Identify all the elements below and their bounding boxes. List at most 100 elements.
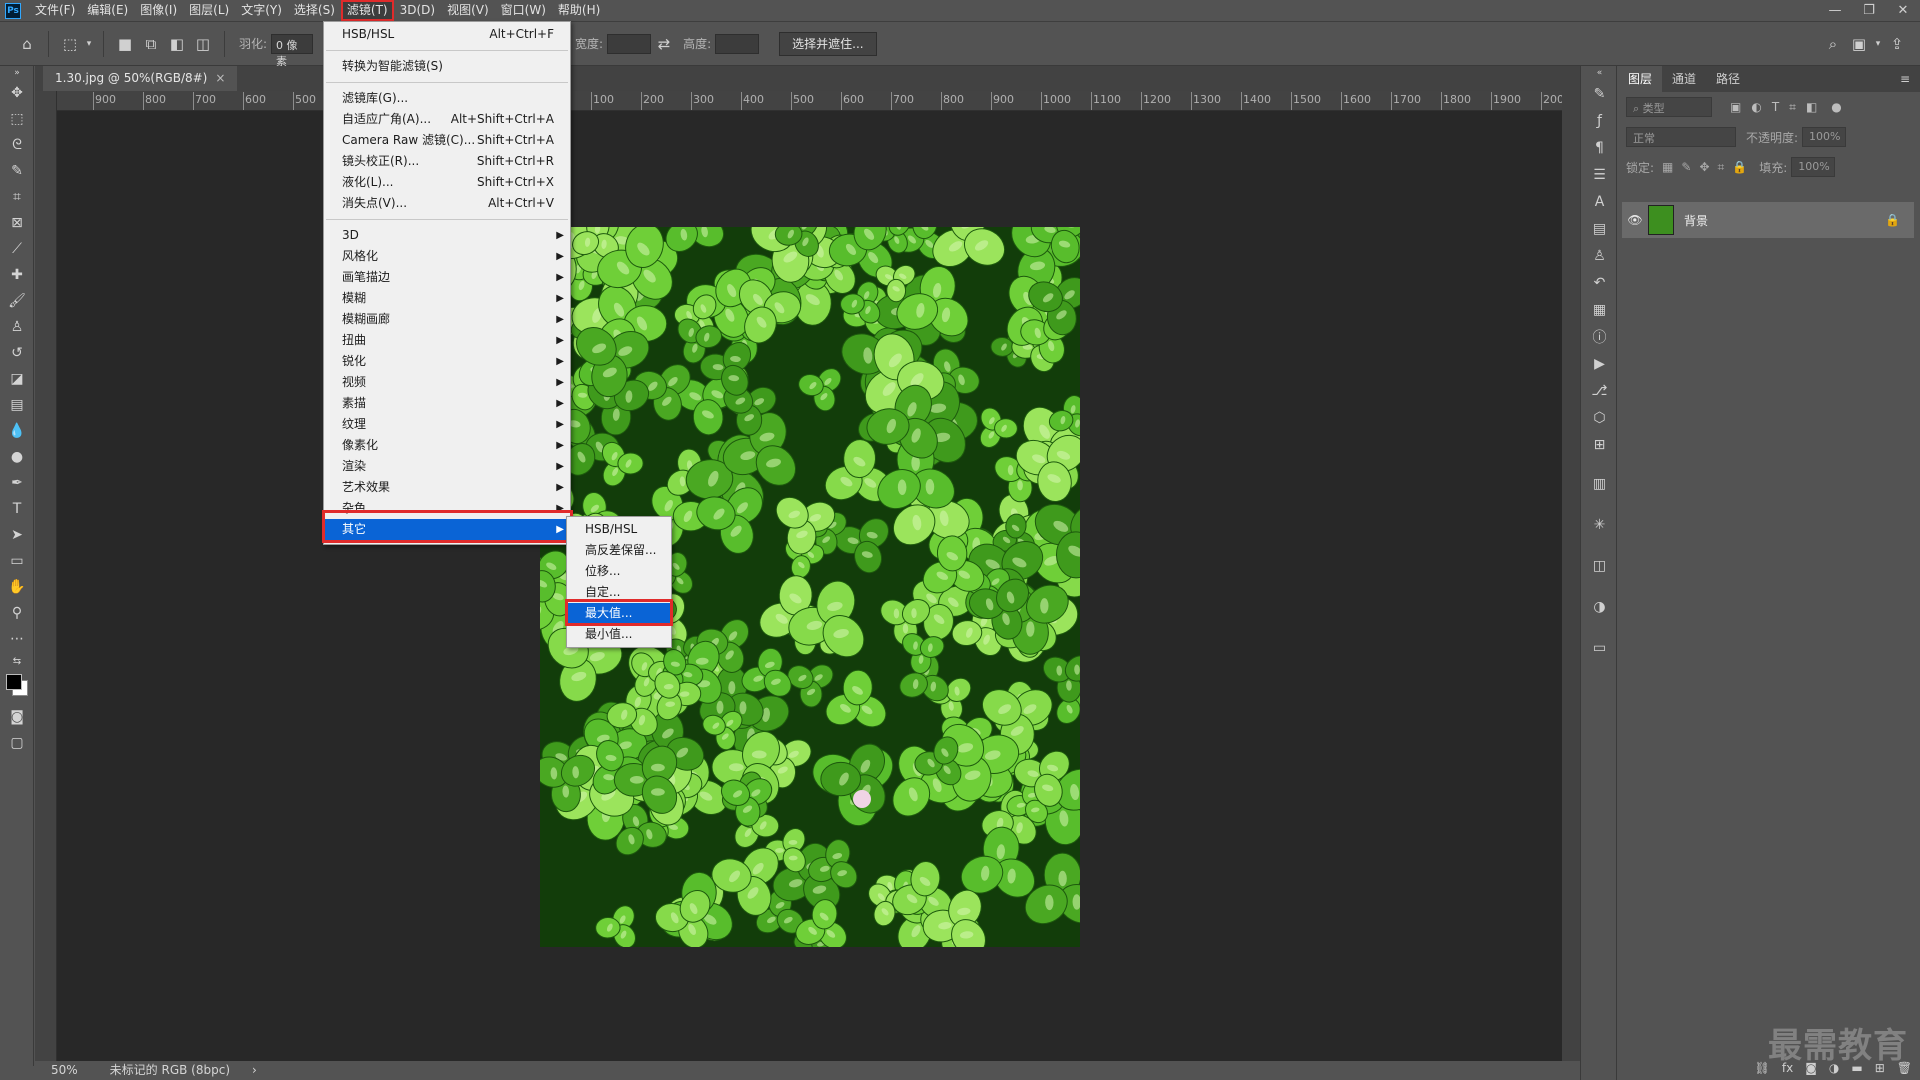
workspace-icon[interactable]: ▣ — [1846, 31, 1872, 57]
close-window-button[interactable]: ✕ — [1886, 0, 1920, 21]
tab-paths[interactable]: 路径 — [1706, 66, 1750, 92]
filter-smart-icon[interactable]: ◧ — [1806, 100, 1817, 114]
opacity-input[interactable]: 100% — [1802, 127, 1847, 147]
type-tool-icon[interactable]: T — [0, 496, 34, 522]
clone-source-icon[interactable]: ♙ — [1581, 242, 1618, 269]
frame-tool-icon[interactable]: ⊠ — [0, 210, 34, 236]
hand-tool-icon[interactable]: ✋ — [0, 574, 34, 600]
add-selection-icon[interactable]: ⧉ — [138, 31, 164, 57]
menu-item-3d[interactable]: 3D ▶ — [324, 225, 570, 246]
menu-item-hsb-hsl-last[interactable]: HSB/HSL Alt+Ctrl+F — [324, 24, 570, 45]
zoom-tool-icon[interactable]: ⚲ — [0, 600, 34, 626]
foreground-color-swatch[interactable] — [6, 674, 22, 690]
character-icon[interactable]: A — [1581, 188, 1618, 215]
chevron-down-icon[interactable]: ▾ — [83, 31, 95, 57]
marquee-preset-icon[interactable]: ⬚ — [57, 31, 83, 57]
clone-stamp-tool-icon[interactable]: ♙ — [0, 314, 34, 340]
blend-mode-select[interactable]: 正常 — [1626, 127, 1736, 147]
menu-item-convert-smart-filter[interactable]: 转换为智能滤镜(S) — [324, 56, 570, 77]
menu-item-lens-correction[interactable]: 镜头校正(R)... Shift+Ctrl+R — [324, 151, 570, 172]
menu-item-texture[interactable]: 纹理 ▶ — [324, 414, 570, 435]
layer-row-background[interactable]: 👁 背景 🔒 — [1622, 202, 1914, 238]
history-icon[interactable]: ↶ — [1581, 269, 1618, 296]
healing-brush-tool-icon[interactable]: ✚ — [0, 262, 34, 288]
rectangle-tool-icon[interactable]: ▭ — [0, 548, 34, 574]
menu-filter[interactable]: 滤镜(T) — [340, 0, 394, 21]
status-expand-icon[interactable]: › — [252, 1061, 257, 1080]
channels-icon[interactable]: ⎇ — [1581, 377, 1618, 404]
menu-type[interactable]: 文字(Y) — [235, 0, 288, 21]
dodge-tool-icon[interactable]: ● — [0, 444, 34, 470]
feather-input[interactable]: 0 像素 — [271, 33, 314, 68]
lock-artboard-icon[interactable]: ⌗ — [1718, 160, 1725, 175]
adjustments-icon[interactable]: ☰ — [1581, 161, 1618, 188]
menu-item-stylize[interactable]: 风格化 ▶ — [324, 246, 570, 267]
path-select-tool-icon[interactable]: ➤ — [0, 522, 34, 548]
visibility-eye-icon[interactable]: 👁 — [1622, 213, 1648, 227]
screen-mode-icon[interactable]: ▢ — [0, 730, 34, 756]
new-selection-icon[interactable]: ■ — [112, 31, 138, 57]
lock-pixels-icon[interactable]: ✎ — [1681, 160, 1691, 174]
menu-item-other[interactable]: 其它 ▶ — [324, 519, 570, 540]
submenu-item-offset[interactable]: 位移... — [567, 561, 671, 582]
blur-tool-icon[interactable]: 💧 — [0, 418, 34, 444]
menu-3d[interactable]: 3D(D) — [394, 0, 441, 21]
fill-input[interactable]: 100% — [1791, 157, 1836, 177]
submenu-item-hsb-hsl[interactable]: HSB/HSL — [567, 519, 671, 540]
settings-icon[interactable]: ✳ — [1581, 511, 1618, 538]
menu-item-video[interactable]: 视频 ▶ — [324, 372, 570, 393]
subtract-selection-icon[interactable]: ◧ — [164, 31, 190, 57]
styles-icon[interactable]: ƒ — [1581, 107, 1618, 134]
brush-settings-icon[interactable]: ✎ — [1581, 80, 1618, 107]
minimize-button[interactable]: — — [1818, 0, 1852, 21]
swatches-icon[interactable]: ▦ — [1581, 296, 1618, 323]
menu-item-sharpen[interactable]: 锐化 ▶ — [324, 351, 570, 372]
intersect-selection-icon[interactable]: ◫ — [190, 31, 216, 57]
quick-mask-icon[interactable]: ◙ — [0, 704, 34, 730]
move-tool-icon[interactable]: ✥ — [0, 80, 34, 106]
menu-help[interactable]: 帮助(H) — [552, 0, 606, 21]
vertical-scrollbar[interactable] — [1562, 91, 1580, 1061]
search-icon[interactable]: ⌕ — [1820, 31, 1846, 57]
more-tools-icon[interactable]: ⋯ — [0, 626, 34, 652]
menu-select[interactable]: 选择(S) — [288, 0, 341, 21]
menu-item-sketch[interactable]: 素描 ▶ — [324, 393, 570, 414]
menu-item-blur[interactable]: 模糊 ▶ — [324, 288, 570, 309]
menu-item-render[interactable]: 渲染 ▶ — [324, 456, 570, 477]
menu-view[interactable]: 视图(V) — [441, 0, 495, 21]
submenu-item-minimum[interactable]: 最小值... — [567, 624, 671, 645]
gradients-icon[interactable]: ▭ — [1581, 634, 1618, 661]
zoom-level[interactable]: 50% — [51, 1061, 78, 1080]
pen-tool-icon[interactable]: ✒ — [0, 470, 34, 496]
submenu-item-custom[interactable]: 自定... — [567, 582, 671, 603]
filter-pixel-icon[interactable]: ▣ — [1730, 100, 1741, 114]
panel-menu-icon[interactable]: ≡ — [1890, 66, 1920, 92]
actions-icon[interactable]: ▶ — [1581, 350, 1618, 377]
quick-select-tool-icon[interactable]: ✎ — [0, 158, 34, 184]
menu-window[interactable]: 窗口(W) — [495, 0, 552, 21]
filter-type-icon[interactable]: T — [1772, 100, 1779, 114]
3d-icon[interactable]: ⬡ — [1581, 404, 1618, 431]
filter-toggle-icon[interactable]: ● — [1831, 100, 1841, 114]
menu-item-artistic[interactable]: 艺术效果 ▶ — [324, 477, 570, 498]
layer-kind-filter[interactable]: ⌕ 类型 — [1626, 97, 1712, 117]
select-and-mask-button[interactable]: 选择并遮住... — [779, 31, 877, 56]
info-icon[interactable]: ⓘ — [1581, 323, 1618, 350]
menu-item-liquify[interactable]: 液化(L)... Shift+Ctrl+X — [324, 172, 570, 193]
document-tab[interactable]: 1.30.jpg @ 50%(RGB/8#) × — [43, 66, 238, 91]
paragraph-icon[interactable]: ¶ — [1581, 134, 1618, 161]
menu-edit[interactable]: 编辑(E) — [81, 0, 134, 21]
lasso-tool-icon[interactable]: ᘓ — [0, 132, 34, 158]
submenu-item-maximum[interactable]: 最大值... — [567, 603, 671, 624]
properties-icon[interactable]: ▤ — [1581, 215, 1618, 242]
height-input[interactable] — [715, 33, 760, 54]
collapse-icon[interactable]: » — [0, 66, 34, 80]
swap-colors-icon[interactable]: ⇆ — [0, 652, 34, 670]
chevron-down-icon[interactable]: ▾ — [1872, 31, 1884, 57]
eraser-tool-icon[interactable]: ◪ — [0, 366, 34, 392]
lock-all-icon[interactable]: 🔒 — [1732, 160, 1747, 174]
filter-shape-icon[interactable]: ⌗ — [1789, 100, 1796, 115]
menu-item-adaptive-wide-angle[interactable]: 自适应广角(A)... Alt+Shift+Ctrl+A — [324, 109, 570, 130]
width-input[interactable] — [607, 33, 652, 54]
tab-channels[interactable]: 通道 — [1662, 66, 1706, 92]
